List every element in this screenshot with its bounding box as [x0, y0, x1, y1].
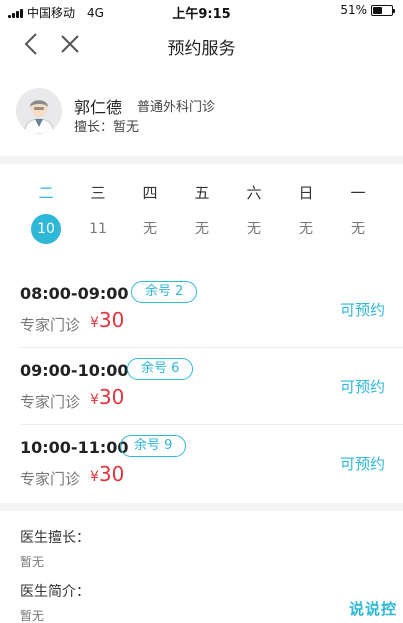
price-value: 30 — [98, 308, 125, 332]
doctor-avatar-icon — [16, 88, 62, 134]
section-divider — [0, 503, 403, 511]
page-title: 预约服务 — [167, 39, 236, 59]
weekday-5[interactable]: 日 — [286, 182, 326, 203]
price-value: 30 — [98, 462, 125, 486]
slot-price: ¥30 — [90, 308, 124, 332]
slot-type: 专家门诊 — [20, 393, 81, 411]
specialty-value: 暂无 — [20, 555, 45, 569]
date-0[interactable]: 10 — [26, 214, 66, 244]
slot-time: 08:00-09:00 — [20, 284, 129, 303]
slot-time: 09:00-10:00 — [20, 361, 129, 380]
doctor-card: 郭仁德 普通外科门诊 擅长：暂无 — [0, 80, 403, 146]
weekday-6[interactable]: 一 — [338, 182, 378, 203]
intro-label: 医生简介： — [20, 584, 90, 600]
slot-price: ¥30 — [90, 462, 124, 486]
specialty-label: 医生擅长： — [20, 530, 90, 546]
remaining-badge: 余号 2 — [131, 281, 198, 303]
status-bar: 中国移动 4G 上午9:15 51% — [0, 0, 403, 22]
book-button[interactable]: 可预约 — [340, 453, 385, 474]
date-4[interactable]: 无 — [234, 214, 274, 244]
time-slot[interactable]: 10:00-11:00 余号 9 专家门诊 ¥30 可预约 — [0, 426, 403, 502]
time-slot[interactable]: 08:00-09:00 余号 2 专家门诊 ¥30 可预约 — [0, 272, 403, 348]
weekday-1[interactable]: 三 — [78, 182, 118, 203]
weekday-3[interactable]: 五 — [182, 182, 222, 203]
row-divider — [20, 424, 403, 425]
status-right: 51% — [340, 3, 395, 17]
weekday-2[interactable]: 四 — [130, 182, 170, 203]
battery-percent: 51% — [340, 3, 367, 17]
date-2[interactable]: 无 — [130, 214, 170, 244]
time-slot[interactable]: 09:00-10:00 余号 6 专家门诊 ¥30 可预约 — [0, 349, 403, 425]
watermark-logo: 说说控 — [348, 600, 397, 618]
book-button[interactable]: 可预约 — [340, 376, 385, 397]
nav-bar: 预约服务 — [0, 22, 403, 66]
currency-symbol: ¥ — [90, 315, 99, 331]
date-6[interactable]: 无 — [338, 214, 378, 244]
date-row: 10 11 无 无 无 无 无 — [0, 214, 403, 244]
intro-value: 暂无 — [20, 609, 45, 623]
slot-type: 专家门诊 — [20, 470, 81, 488]
doctor-specialty: 擅长：暂无 — [74, 120, 140, 135]
weekday-4[interactable]: 六 — [234, 182, 274, 203]
date-1[interactable]: 11 — [78, 214, 118, 244]
slot-time: 10:00-11:00 — [20, 438, 129, 457]
section-divider — [0, 156, 403, 164]
doctor-name: 郭仁德 — [74, 98, 123, 117]
currency-symbol: ¥ — [90, 469, 99, 485]
date-3[interactable]: 无 — [182, 214, 222, 244]
row-divider — [20, 347, 403, 348]
slot-type: 专家门诊 — [20, 316, 81, 334]
date-5[interactable]: 无 — [286, 214, 326, 244]
book-button[interactable]: 可预约 — [340, 299, 385, 320]
remaining-badge: 余号 6 — [127, 358, 194, 380]
doctor-department: 普通外科门诊 — [137, 100, 216, 115]
weekday-0[interactable]: 二 — [26, 182, 66, 203]
slot-price: ¥30 — [90, 385, 124, 409]
battery-fill — [373, 6, 383, 14]
battery-icon — [371, 4, 395, 16]
remaining-badge: 余号 9 — [120, 435, 187, 457]
currency-symbol: ¥ — [90, 392, 99, 408]
doctor-avatar — [16, 88, 62, 134]
weekday-row: 二 三 四 五 六 日 一 — [0, 182, 403, 204]
price-value: 30 — [98, 385, 125, 409]
